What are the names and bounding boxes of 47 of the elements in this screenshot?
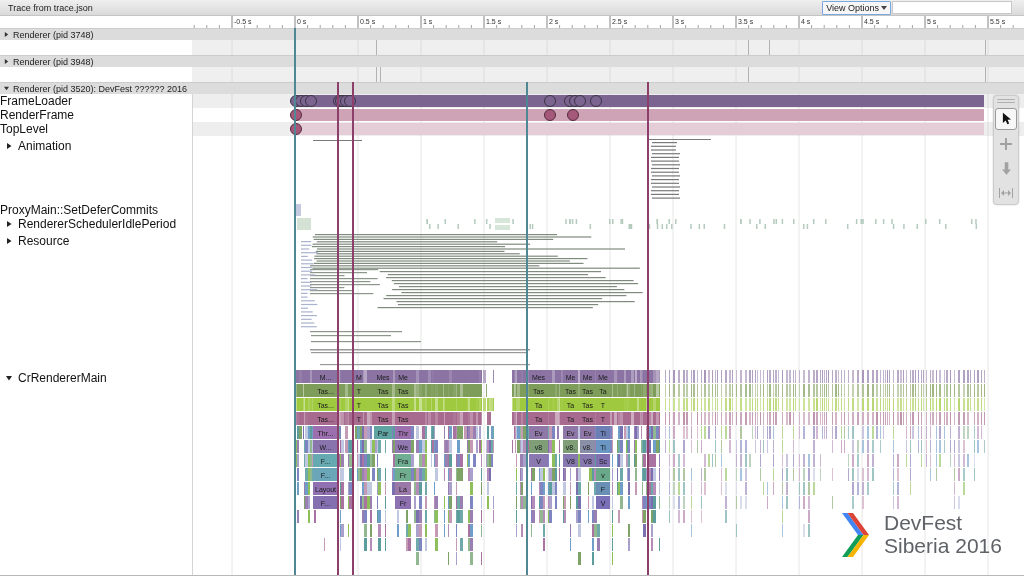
down-arrow-icon — [1001, 161, 1011, 175]
track-label: ProxyMain::SetDeferCommits — [0, 203, 159, 217]
disclosure-triangle-icon[interactable] — [6, 143, 12, 149]
track-label: CrRendererMain — [18, 371, 107, 385]
view-options-button[interactable]: View Options — [822, 0, 891, 15]
disclosure-triangle-icon[interactable] — [4, 86, 9, 91]
select-tool-button[interactable] — [995, 107, 1017, 130]
event-tick — [376, 67, 377, 82]
cursor-icon — [1001, 112, 1011, 126]
process-header[interactable]: Renderer (pid 3948) — [0, 55, 1024, 67]
track-label: RendererSchedulerIdlePeriod — [18, 217, 177, 231]
search-field[interactable] — [892, 1, 1012, 14]
event-tick — [985, 40, 986, 55]
process-title: Renderer (pid 3948) — [13, 56, 94, 67]
circle-marker-icon[interactable] — [567, 109, 579, 121]
event-tick — [380, 67, 381, 82]
disclosure-triangle-icon[interactable] — [4, 59, 9, 64]
plus-icon — [1000, 137, 1012, 150]
disclosure-triangle-icon[interactable] — [6, 375, 12, 381]
track-label: RenderFrame — [0, 108, 75, 122]
chevron-logo-icon — [842, 513, 869, 557]
event-tick — [985, 67, 986, 82]
track-label: Animation — [18, 139, 72, 153]
disclosure-triangle-icon[interactable] — [6, 238, 12, 244]
event-tick — [376, 40, 377, 55]
track-label: FrameLoader — [0, 94, 73, 108]
disclosure-triangle-icon[interactable] — [4, 32, 9, 37]
circle-marker-icon[interactable] — [590, 95, 602, 107]
event-tick — [769, 40, 770, 55]
width-arrows-icon — [999, 188, 1013, 199]
logo-subtitle: Siberia 2016 — [884, 534, 1002, 557]
logo-title: DevFest — [884, 511, 964, 534]
process-header[interactable]: Renderer (pid 3748) — [0, 28, 1024, 40]
event-tick — [748, 40, 749, 55]
grip-icon[interactable] — [997, 99, 1015, 103]
track-label: Resource — [18, 234, 70, 248]
process-header[interactable]: Renderer (pid 3520): DevFest ?????? 2016 — [0, 82, 1024, 94]
track-label: TopLevel — [0, 122, 49, 136]
disclosure-triangle-icon[interactable] — [6, 221, 12, 227]
stacked-circles-icon[interactable] — [290, 95, 317, 107]
caret-icon — [881, 5, 887, 10]
circle-marker-icon[interactable] — [544, 109, 556, 121]
process-title: Renderer (pid 3748) — [13, 29, 94, 40]
process-title: Renderer (pid 3520): DevFest ?????? 2016 — [13, 83, 188, 94]
circle-marker-icon[interactable] — [544, 95, 556, 107]
window-title: Trace from trace.json — [8, 2, 93, 13]
event-tick — [748, 67, 749, 82]
